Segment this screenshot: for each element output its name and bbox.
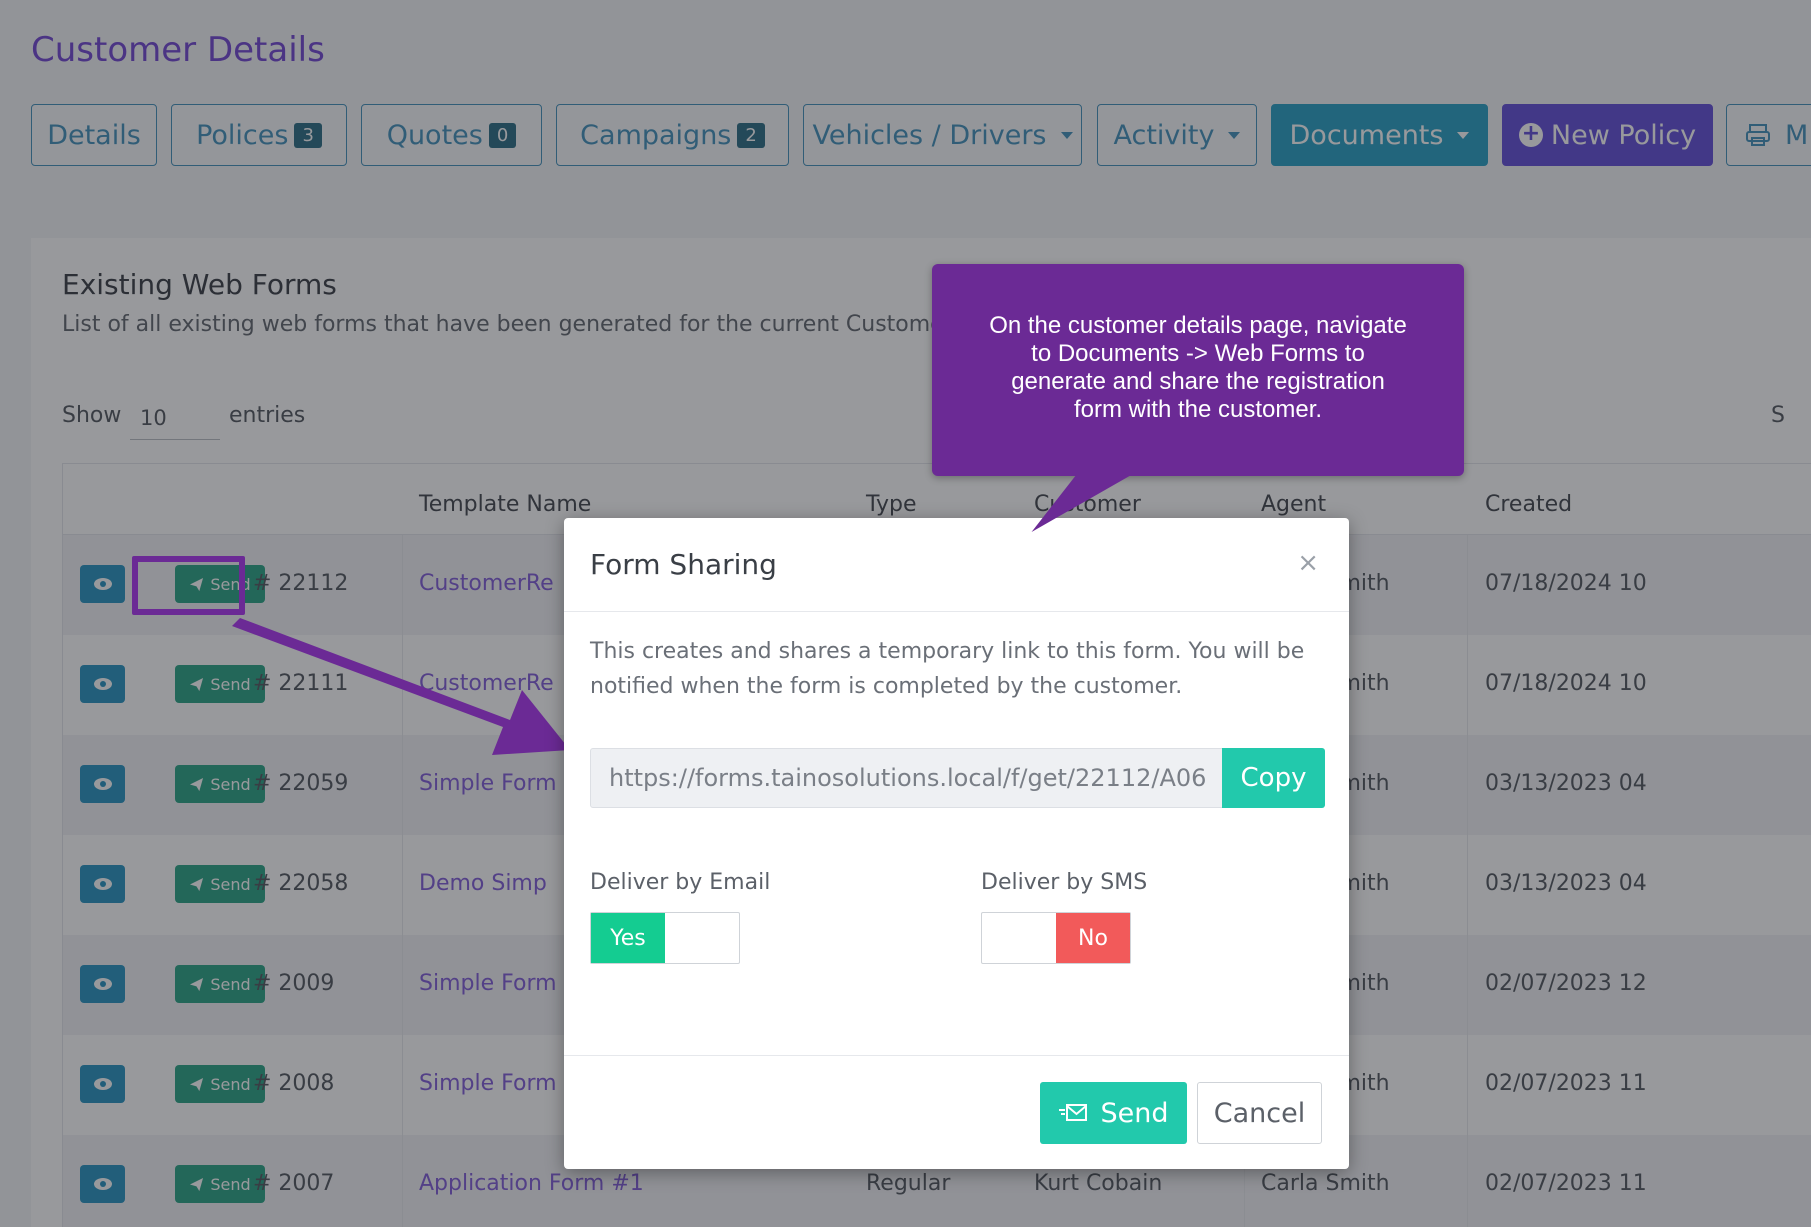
deliver-email-toggle[interactable]: Yes — [590, 912, 740, 964]
modal-header-divider — [564, 611, 1349, 612]
send-mail-icon — [1059, 1104, 1088, 1121]
share-link-input[interactable]: https://forms.tainosolutions.local/f/get… — [590, 748, 1225, 808]
callout-text: On the customer details page, navigate t… — [989, 312, 1407, 423]
modal-title: Form Sharing — [590, 548, 777, 581]
modal-footer-divider — [564, 1055, 1349, 1056]
close-icon[interactable]: × — [1297, 548, 1319, 578]
email-toggle-yes: Yes — [591, 913, 665, 963]
form-sharing-modal: Form Sharing × This creates and shares a… — [564, 518, 1349, 1169]
deliver-sms-toggle[interactable]: No — [981, 912, 1131, 964]
sms-toggle-no: No — [1056, 913, 1130, 963]
annotation-callout: On the customer details page, navigate t… — [932, 264, 1464, 476]
deliver-email-label: Deliver by Email — [590, 870, 771, 895]
copy-button[interactable]: Copy — [1222, 748, 1325, 808]
deliver-sms-label: Deliver by SMS — [981, 870, 1148, 895]
send-highlight-box — [132, 556, 245, 615]
modal-cancel-button[interactable]: Cancel — [1197, 1082, 1322, 1144]
modal-send-button[interactable]: Send — [1040, 1082, 1187, 1144]
modal-description: This creates and shares a temporary link… — [590, 639, 1305, 699]
